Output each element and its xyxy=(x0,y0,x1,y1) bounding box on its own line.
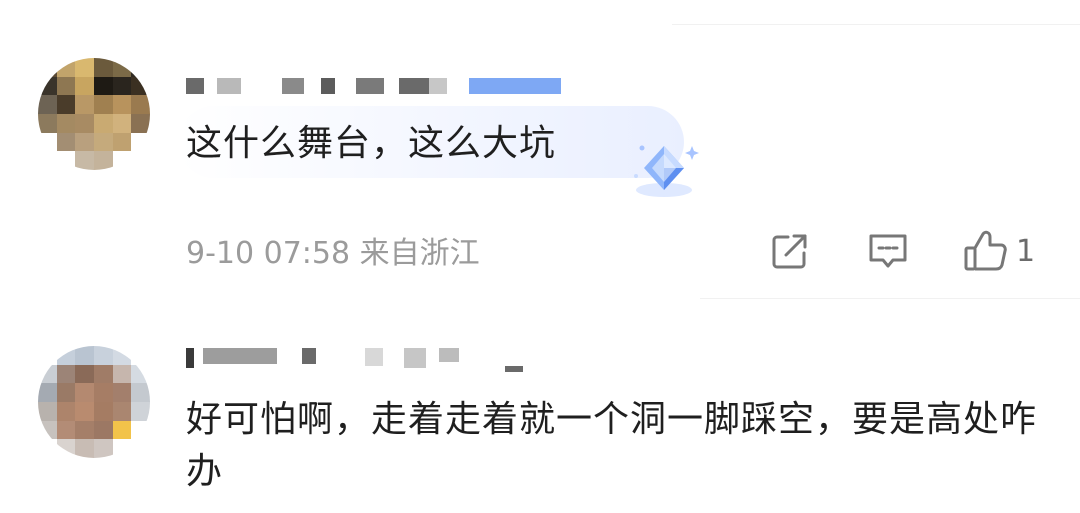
avatar[interactable] xyxy=(38,58,150,170)
divider-top xyxy=(672,24,1080,25)
comment-meta: 9-10 07:58 来自浙江 xyxy=(186,228,480,272)
comment-location: 来自浙江 xyxy=(359,236,480,271)
username-obscured[interactable] xyxy=(186,78,586,94)
divider-mid xyxy=(700,298,1080,299)
comment-reply-icon xyxy=(869,234,907,268)
diamond-badge-icon xyxy=(634,145,699,197)
thumbs-up-icon xyxy=(964,230,1007,271)
username-obscured[interactable] xyxy=(186,348,526,374)
comment-text: 好可怕啊，走着走着就一个洞一脚踩空，要是高处咋办 xyxy=(186,399,1038,492)
like-button[interactable]: 1 xyxy=(962,228,1052,274)
comment-text: 这什么舞台，这么大坑 xyxy=(186,123,557,164)
share-icon xyxy=(772,234,807,269)
comment-time: 9-10 07:58 xyxy=(186,236,351,271)
avatar[interactable] xyxy=(38,346,150,458)
reply-button[interactable] xyxy=(866,228,914,274)
like-count: 1 xyxy=(1016,233,1036,269)
share-button[interactable] xyxy=(770,228,816,274)
